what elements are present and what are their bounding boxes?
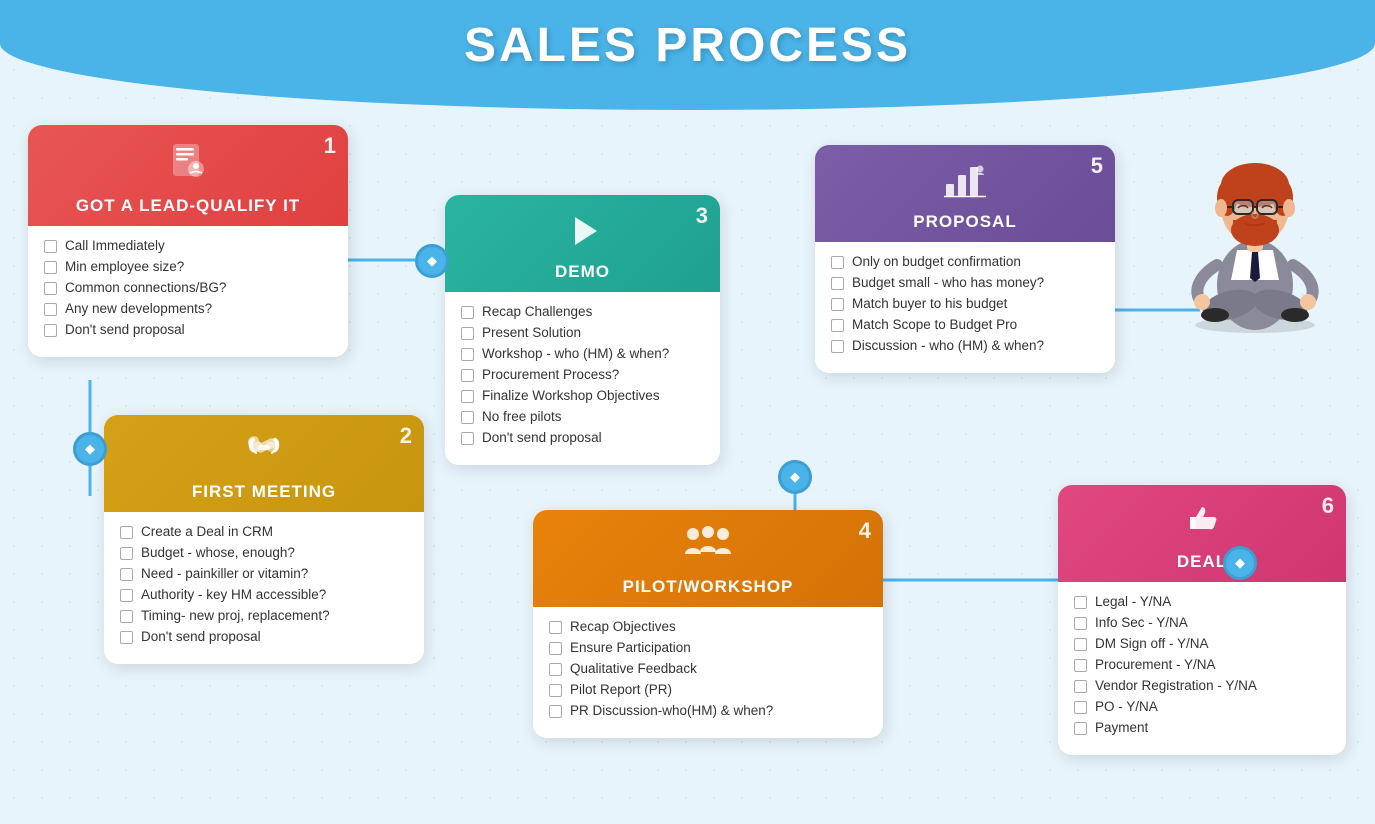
card1-body: Call Immediately Min employee size? Comm… xyxy=(28,226,348,357)
card3-title: DEMO xyxy=(555,262,610,282)
card1-title: GOT A LEAD-QUALIFY IT xyxy=(76,196,300,216)
list-item: Procurement Process? xyxy=(461,367,704,382)
card4-title: PILOT/WORKSHOP xyxy=(623,577,794,597)
card2-number: 2 xyxy=(400,423,412,449)
list-item: Qualitative Feedback xyxy=(549,661,867,676)
card5-title: PROPOSAL xyxy=(913,212,1016,232)
list-item: Any new developments? xyxy=(44,301,332,316)
card-first-meeting: 2 FIRST MEETING Create a Deal in CRM Bud… xyxy=(104,415,424,664)
list-item: Finalize Workshop Objectives xyxy=(461,388,704,403)
card4-icon xyxy=(681,524,735,573)
list-item: Info Sec - Y/NA xyxy=(1074,615,1330,630)
list-item: Budget small - who has money? xyxy=(831,275,1099,290)
card2-title: FIRST MEETING xyxy=(192,482,336,502)
list-item: Don't send proposal xyxy=(461,430,704,445)
connector-2 xyxy=(415,244,449,278)
card5-number: 5 xyxy=(1091,153,1103,179)
list-item: Vendor Registration - Y/NA xyxy=(1074,678,1330,693)
card6-number: 6 xyxy=(1322,493,1334,519)
list-item: DM Sign off - Y/NA xyxy=(1074,636,1330,651)
list-item: Call Immediately xyxy=(44,238,332,253)
card1-number: 1 xyxy=(324,133,336,159)
list-item: PR Discussion-who(HM) & when? xyxy=(549,703,867,718)
card-qualify-lead: 1 GOT A LEAD-QUALIFY IT Call Immediately… xyxy=(28,125,348,357)
card5-icon xyxy=(942,159,988,208)
list-item: Discussion - who (HM) & when? xyxy=(831,338,1099,353)
list-item: Don't send proposal xyxy=(120,629,408,644)
list-item: Present Solution xyxy=(461,325,704,340)
list-item: PO - Y/NA xyxy=(1074,699,1330,714)
page-title: SALES PROCESS xyxy=(0,18,1375,73)
list-item: Authority - key HM accessible? xyxy=(120,587,408,602)
connector-1 xyxy=(73,432,107,466)
card-deal: 6 DEAL Legal - Y/NA Info Sec - Y/NA DM S… xyxy=(1058,485,1346,755)
card-demo: 3 DEMO Recap Challenges Present Solution… xyxy=(445,195,720,465)
card-pilot-workshop: 4 PILOT/WORKSHOP Recap Objectives Ensure… xyxy=(533,510,883,738)
connector-4 xyxy=(1223,546,1257,580)
card4-body: Recap Objectives Ensure Participation Qu… xyxy=(533,607,883,738)
card5-body: Only on budget confirmation Budget small… xyxy=(815,242,1115,373)
list-item: Recap Objectives xyxy=(549,619,867,634)
list-item: Match buyer to his budget xyxy=(831,296,1099,311)
card6-body: Legal - Y/NA Info Sec - Y/NA DM Sign off… xyxy=(1058,582,1346,755)
list-item: Need - painkiller or vitamin? xyxy=(120,566,408,581)
list-item: Legal - Y/NA xyxy=(1074,594,1330,609)
list-item: Common connections/BG? xyxy=(44,280,332,295)
list-item: Only on budget confirmation xyxy=(831,254,1099,269)
card3-body: Recap Challenges Present Solution Worksh… xyxy=(445,292,720,465)
card4-number: 4 xyxy=(859,518,871,544)
card2-icon xyxy=(239,429,289,478)
list-item: Match Scope to Budget Pro xyxy=(831,317,1099,332)
card6-title: DEAL xyxy=(1177,552,1227,572)
card1-icon xyxy=(166,139,210,192)
card6-icon xyxy=(1180,499,1224,548)
list-item: Payment xyxy=(1074,720,1330,735)
list-item: Workshop - who (HM) & when? xyxy=(461,346,704,361)
card3-number: 3 xyxy=(696,203,708,229)
card3-icon xyxy=(561,209,605,258)
card2-body: Create a Deal in CRM Budget - whose, eno… xyxy=(104,512,424,664)
card-proposal: 5 PROPOSAL Only on budget confirmation B… xyxy=(815,145,1115,373)
list-item: Procurement - Y/NA xyxy=(1074,657,1330,672)
list-item: Timing- new proj, replacement? xyxy=(120,608,408,623)
list-item: Create a Deal in CRM xyxy=(120,524,408,539)
list-item: Budget - whose, enough? xyxy=(120,545,408,560)
list-item: Don't send proposal xyxy=(44,322,332,337)
list-item: Min employee size? xyxy=(44,259,332,274)
connector-3 xyxy=(778,460,812,494)
list-item: No free pilots xyxy=(461,409,704,424)
avatar-figure xyxy=(1165,120,1345,340)
list-item: Ensure Participation xyxy=(549,640,867,655)
list-item: Pilot Report (PR) xyxy=(549,682,867,697)
list-item: Recap Challenges xyxy=(461,304,704,319)
